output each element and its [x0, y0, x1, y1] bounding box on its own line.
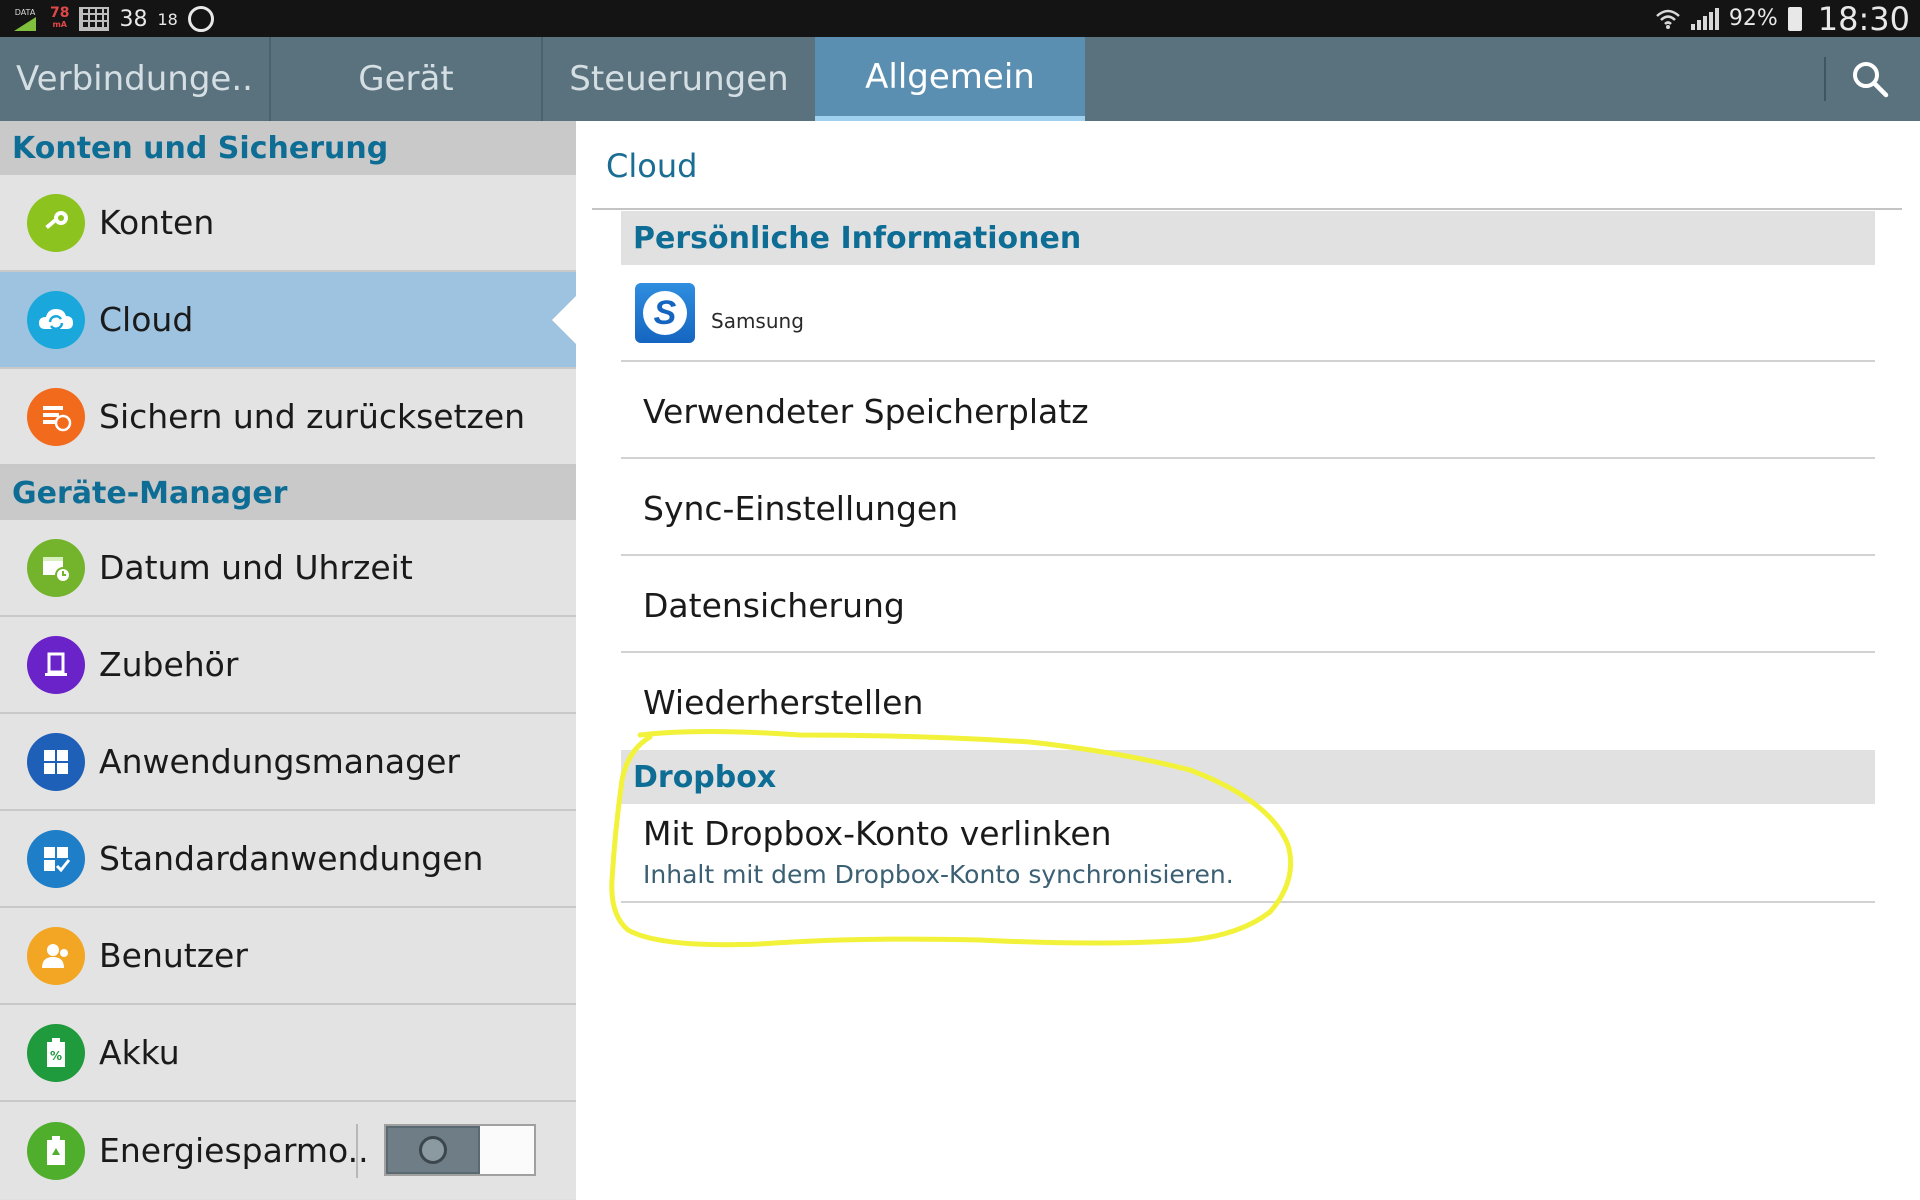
backup-icon: [27, 387, 85, 446]
key-icon: [27, 193, 85, 252]
cloud-settings-panel: Cloud Persönliche Informationen S Samsun…: [576, 121, 1920, 1200]
dropbox-link-label: Mit Dropbox-Konto verlinken: [643, 814, 1112, 853]
settings-row-wiederherstellen[interactable]: Wiederherstellen: [621, 653, 1875, 750]
sidebar-item-anwendungsmanager[interactable]: Anwendungsmanager: [0, 714, 576, 811]
samsung-account-icon: S: [635, 283, 695, 343]
dropbox-link-row[interactable]: Mit Dropbox-Konto verlinken Inhalt mit d…: [621, 804, 1875, 903]
current-indicator: 78 mA: [50, 5, 69, 33]
app-grid-icon: [27, 732, 85, 791]
sidebar-item-datum-uhrzeit[interactable]: Datum und Uhrzeit: [0, 520, 576, 617]
sidebar-item-energiesparmodus[interactable]: Energiesparmo..: [0, 1102, 576, 1199]
sidebar-item-label: Cloud: [99, 300, 194, 339]
toggle-divider: [356, 1124, 358, 1178]
svg-text:%: %: [50, 1049, 62, 1063]
sidebar-item-label: Datum und Uhrzeit: [99, 548, 413, 587]
samsung-account-row[interactable]: S Samsung: [621, 265, 1875, 362]
sidebar-item-konten[interactable]: Konten: [0, 175, 576, 272]
settings-row-datensicherung[interactable]: Datensicherung: [621, 556, 1875, 653]
status-bar: DATA 78 mA 38 18 92% 18:30: [0, 0, 1920, 38]
section-header-dropbox: Dropbox: [621, 750, 1875, 804]
sidebar-item-standardanwendungen[interactable]: Standardanwendungen: [0, 811, 576, 908]
row-label: Verwendeter Speicherplatz: [643, 392, 1089, 431]
section-header-persoenliche-informationen: Persönliche Informationen: [621, 211, 1875, 265]
battery-percent: 92%: [1728, 6, 1778, 31]
row-label: Datensicherung: [643, 586, 905, 625]
title-divider: [592, 208, 1902, 210]
sidebar-item-label: Standardanwendungen: [99, 839, 484, 878]
power-saving-toggle[interactable]: [384, 1124, 536, 1176]
search-icon[interactable]: [1850, 59, 1890, 99]
sidebar-item-label: Anwendungsmanager: [99, 742, 460, 781]
sidebar-item-cloud[interactable]: Cloud: [0, 272, 576, 369]
dropbox-link-sublabel: Inhalt mit dem Dropbox-Konto synchronisi…: [643, 860, 1234, 889]
search-divider: [1824, 57, 1826, 101]
tab-steuerungen[interactable]: Steuerungen: [543, 37, 815, 121]
sidebar-item-akku[interactable]: % Akku: [0, 1005, 576, 1102]
settings-row-speicherplatz[interactable]: Verwendeter Speicherplatz: [621, 362, 1875, 459]
samsung-account-label: Samsung: [711, 309, 804, 333]
toggle-knob: [386, 1126, 480, 1174]
sidebar-item-label: Zubehör: [99, 645, 239, 684]
sidebar-item-zubehoer[interactable]: Zubehör: [0, 617, 576, 714]
tab-allgemein[interactable]: Allgemein: [815, 37, 1085, 121]
sidebar-item-label: Konten: [99, 203, 215, 242]
calendar-clock-icon: [27, 538, 85, 597]
section-header-konten-sicherung: Konten und Sicherung: [0, 121, 576, 175]
row-label: Wiederherstellen: [643, 683, 924, 722]
sidebar-item-label: Sichern und zurücksetzen: [99, 397, 526, 436]
data-label: DATA: [14, 7, 36, 17]
row-label: Sync-Einstellungen: [643, 489, 959, 528]
tab-verbindungen[interactable]: Verbindunge..: [0, 37, 271, 121]
power-saving-icon: [27, 1121, 85, 1180]
compass-icon: [187, 6, 214, 32]
battery-icon: [1787, 6, 1802, 31]
settings-sidebar: Konten und Sicherung Konten Cloud Sicher…: [0, 121, 576, 1200]
user-icon: [27, 926, 85, 985]
cloud-sync-icon: [27, 290, 85, 349]
temperature-value: 38: [119, 6, 148, 32]
data-icon: DATA: [10, 5, 40, 33]
clock-time: 18:30: [1817, 0, 1910, 38]
signal-icon: [1690, 7, 1719, 30]
sidebar-item-sichern[interactable]: Sichern und zurücksetzen: [0, 369, 576, 466]
battery-icon: %: [27, 1023, 85, 1082]
settings-tab-bar: Verbindunge.. Gerät Steuerungen Allgemei…: [0, 37, 1920, 121]
tab-geraet[interactable]: Gerät: [271, 37, 543, 121]
sidebar-item-label: Benutzer: [99, 936, 248, 975]
sidebar-item-benutzer[interactable]: Benutzer: [0, 908, 576, 1005]
default-apps-icon: [27, 829, 85, 888]
wifi-icon: [1656, 9, 1680, 29]
page-title: Cloud: [606, 147, 698, 185]
settings-row-sync[interactable]: Sync-Einstellungen: [621, 459, 1875, 556]
accessory-icon: [27, 635, 85, 694]
section-header-geraete-manager: Geräte-Manager: [0, 466, 576, 520]
temperature-value-2: 18: [157, 9, 178, 29]
sidebar-item-label: Akku: [99, 1033, 180, 1072]
calendar-icon: [79, 7, 110, 31]
current-value: 78: [50, 5, 70, 21]
sidebar-item-label: Energiesparmo..: [99, 1131, 369, 1170]
current-unit: mA: [52, 20, 67, 29]
